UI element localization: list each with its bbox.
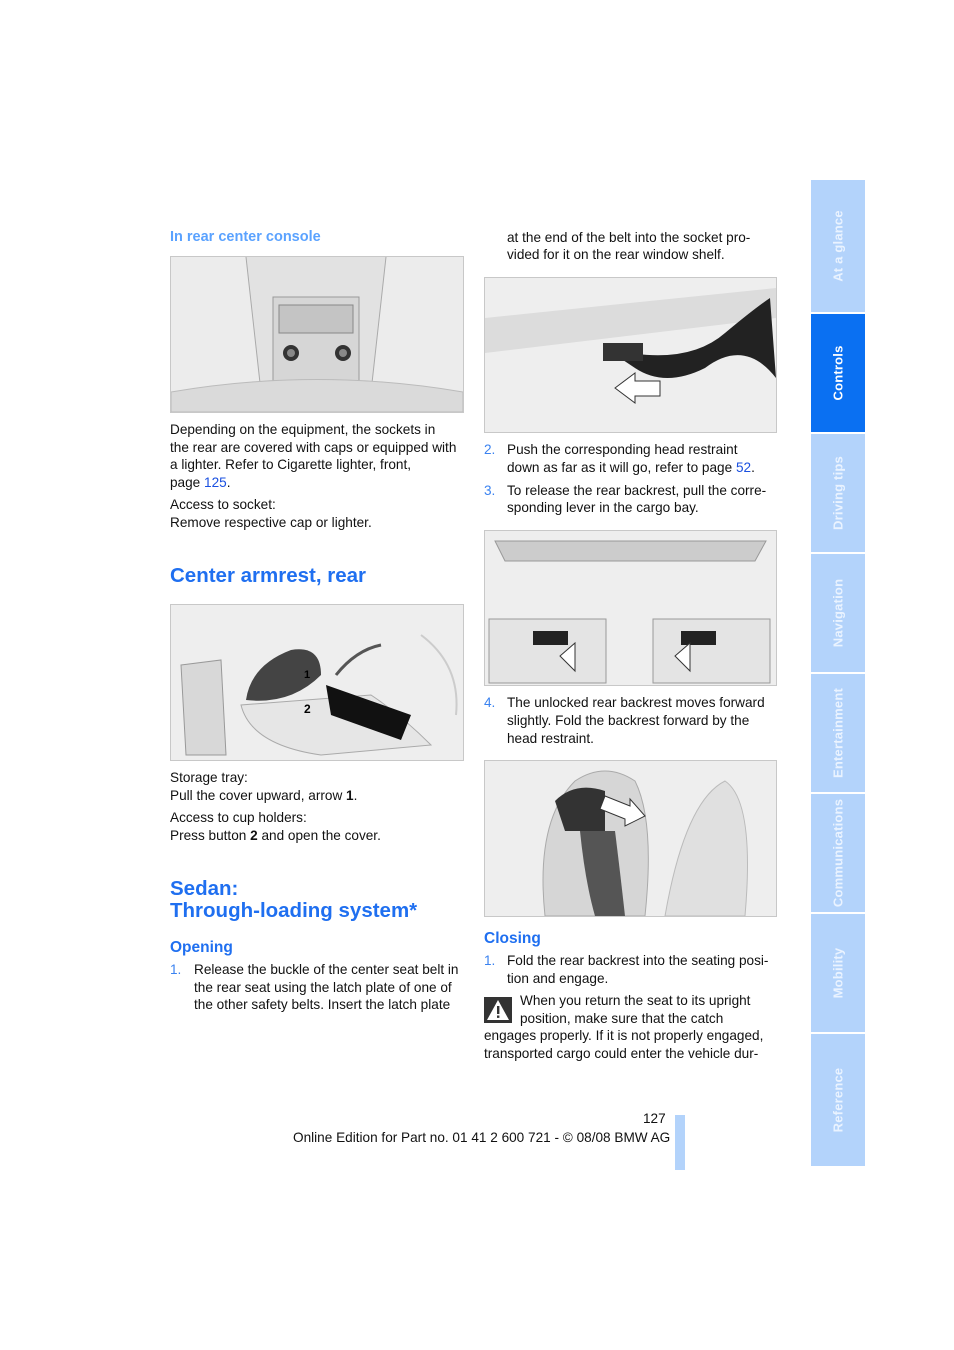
armrest-label-1: 1 (304, 669, 310, 681)
warning-text-line: position, make sure that the catch (520, 1011, 724, 1026)
warning-text-line: transported cargo could enter the vehicl… (484, 1046, 759, 1061)
page-number: 127 (643, 1111, 666, 1126)
tab-navigation[interactable]: Navigation (811, 554, 865, 672)
press-button-text: Press button 2 and open the cover. (170, 827, 381, 845)
tab-communications[interactable]: Communications (811, 794, 865, 912)
step1-text-line: the other safety belts. Insert the latch… (194, 997, 451, 1012)
tab-label: Driving tips (830, 456, 846, 530)
step4-text-line: head restraint. (507, 731, 594, 746)
button-ref: 2 (250, 828, 258, 843)
cargo-bay-levers-image (484, 530, 777, 686)
opening-heading: Opening (170, 939, 233, 956)
tab-mobility[interactable]: Mobility (811, 914, 865, 1032)
tab-entertainment[interactable]: Entertainment (811, 674, 865, 792)
warning-text-line: engages properly. If it is not properly … (484, 1028, 764, 1043)
page-marker-bar (675, 1115, 685, 1170)
continued-text-line: vided for it on the rear window shelf. (507, 247, 725, 262)
access-socket-label: Access to socket: (170, 497, 276, 512)
edition-footer: Online Edition for Part no. 01 41 2 600 … (293, 1130, 671, 1145)
sockets-text-line: Depending on the equipment, the sockets … (170, 422, 436, 437)
tab-label: Entertainment (830, 687, 846, 779)
through-loading-heading: Through-loading system* (170, 899, 418, 922)
step-number: 3. (484, 483, 496, 498)
close1-text-line: Fold the rear backrest into the seating … (507, 953, 769, 968)
close1-text-line: tion and engage. (507, 971, 609, 986)
sockets-page-ref: page 125. (170, 474, 231, 492)
text: Pull the cover upward, arrow (170, 788, 347, 803)
continued-text-line: at the end of the belt into the socket p… (507, 230, 751, 245)
step3-text-line: sponding lever in the cargo bay. (507, 500, 699, 515)
tab-label: Navigation (830, 578, 846, 648)
sedan-heading: Sedan: (170, 877, 239, 900)
fold-backrest-image (484, 760, 777, 917)
arrow-ref: 1 (346, 788, 354, 803)
armrest-label-2: 2 (304, 702, 311, 716)
page-52-link[interactable]: 52 (736, 460, 751, 475)
cup-holders-label: Access to cup holders: (170, 810, 307, 825)
subheading-rear-console: In rear center console (170, 229, 321, 245)
step3-text-line: To release the rear backrest, pull the c… (507, 483, 767, 498)
step1-text-line: the rear seat using the latch plate of o… (194, 980, 452, 995)
step-number: 4. (484, 695, 496, 710)
pull-cover-text: Pull the cover upward, arrow 1. (170, 787, 357, 805)
remove-cap-text: Remove respective cap or lighter. (170, 515, 372, 530)
tab-label: Mobility (830, 947, 846, 999)
text: Press button (170, 828, 251, 843)
tab-at-a-glance[interactable]: At a glance (811, 180, 865, 312)
period: . (226, 475, 231, 490)
storage-tray-label: Storage tray: (170, 770, 248, 785)
tab-controls[interactable]: Controls (811, 314, 865, 432)
step-number: 2. (484, 442, 496, 457)
sockets-text-line: a lighter. Refer to Cigarette lighter, f… (170, 457, 412, 472)
sockets-text-line: the rear are covered with caps or equipp… (170, 440, 457, 455)
tab-driving-tips[interactable]: Driving tips (811, 434, 865, 552)
text: down as far as it will go, refer to page (507, 460, 736, 475)
page-prefix: page (170, 475, 205, 490)
page-125-link[interactable]: 125 (204, 475, 227, 490)
armrest-image: 1 2 (170, 604, 464, 761)
step4-text-line: The unlocked rear backrest moves forward (507, 695, 765, 710)
period: . (751, 460, 755, 475)
rear-console-sockets-image (170, 256, 464, 413)
tab-label: Controls (830, 345, 846, 401)
step2-text-line: down as far as it will go, refer to page… (507, 459, 755, 477)
armrest-heading: Center armrest, rear (170, 564, 366, 587)
tab-reference[interactable]: Reference (811, 1034, 865, 1166)
tab-label: At a glance (830, 210, 846, 282)
period: . (353, 788, 358, 803)
closing-heading: Closing (484, 930, 541, 947)
tab-label: Reference (830, 1067, 846, 1133)
warning-text-line: When you return the seat to its upright (520, 993, 751, 1008)
step4-text-line: slightly. Fold the backrest forward by t… (507, 713, 750, 728)
step-number: 1. (484, 953, 496, 968)
text: and open the cover. (257, 828, 381, 843)
tab-label: Communications (830, 798, 846, 908)
warning-triangle-icon (484, 997, 512, 1023)
step1-text-line: Release the buckle of the center seat be… (194, 962, 459, 977)
step-number: 1. (170, 962, 182, 977)
step2-text-line: Push the corresponding head restraint (507, 442, 738, 457)
belt-latch-image (484, 277, 777, 433)
